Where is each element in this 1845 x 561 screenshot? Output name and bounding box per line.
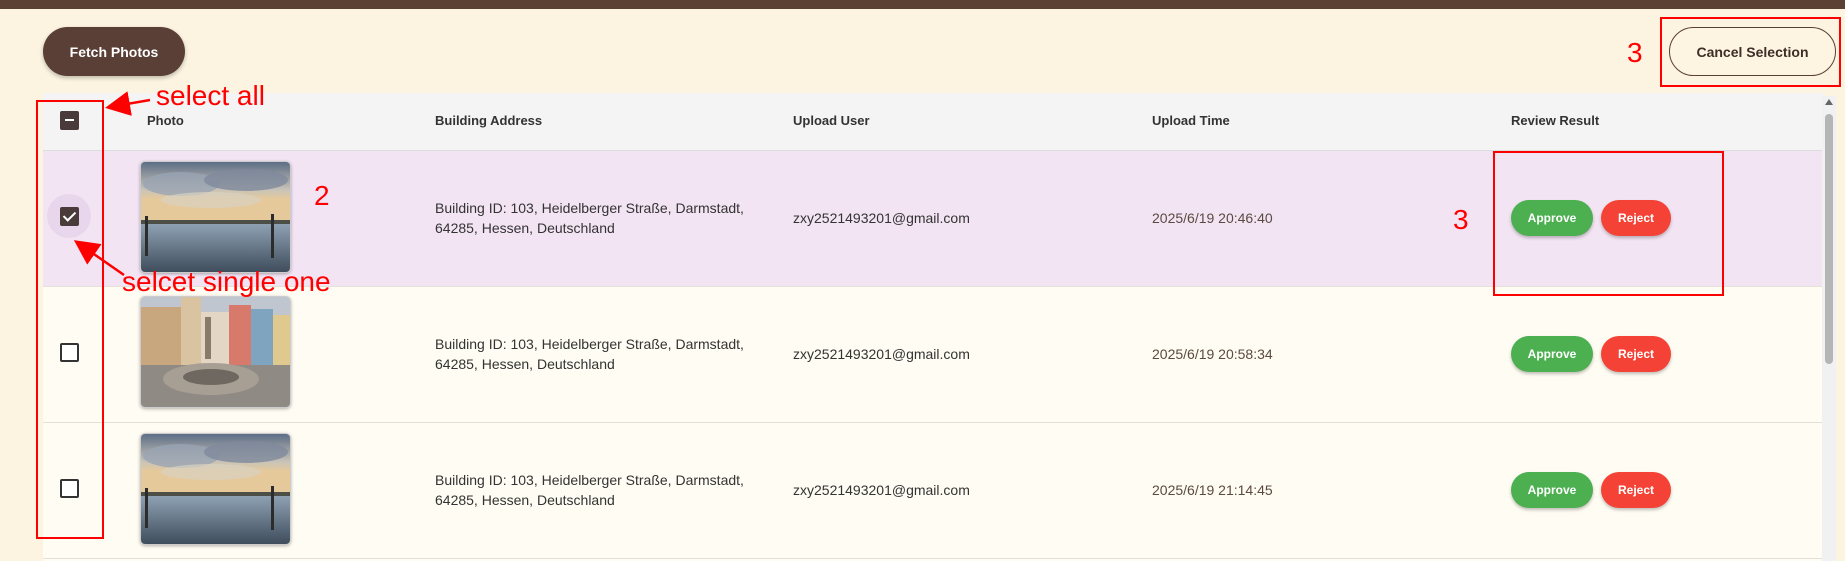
annotation-arrows (73, 91, 151, 277)
arrow-to-select-all (105, 91, 151, 116)
arrow-to-row-checkbox (73, 240, 125, 277)
